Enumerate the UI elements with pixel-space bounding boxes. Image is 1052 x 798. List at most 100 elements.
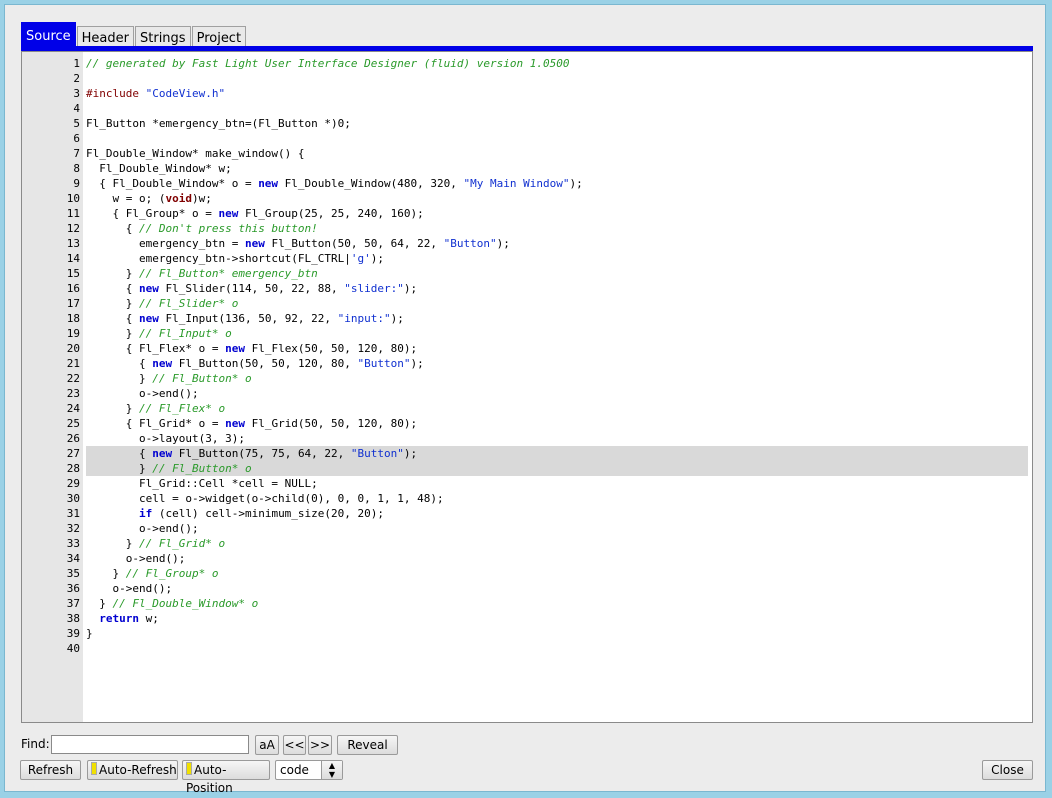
- code-text: Fl_Double_Window* w;: [86, 162, 232, 175]
- code-text: } // Fl_Button* emergency_btn: [86, 267, 318, 280]
- code-text: emergency_btn->shortcut(FL_CTRL|'g');: [86, 252, 385, 265]
- code-lines: 1 // generated by Fast Light User Interfa…: [22, 56, 1032, 656]
- code-line: 17 } // Fl_Slider* o: [22, 296, 1032, 311]
- line-number: 33: [66, 537, 80, 550]
- find-label: Find:: [21, 737, 50, 751]
- line-number: 9: [73, 177, 80, 190]
- code-text: } // Fl_Grid* o: [86, 537, 226, 550]
- updown-arrow-icon: ▲ ▼: [321, 761, 342, 779]
- code-line: 13 emergency_btn = new Fl_Button(50, 50,…: [22, 236, 1032, 251]
- find-next-button[interactable]: >>: [308, 735, 332, 755]
- match-case-button[interactable]: aA: [255, 735, 279, 755]
- line-number: 7: [73, 147, 80, 160]
- code-line: 32 o->end();: [22, 521, 1032, 536]
- code-text: { Fl_Grid* o = new Fl_Grid(50, 50, 120, …: [86, 417, 418, 430]
- code-text: { new Fl_Button(50, 50, 120, 80, "Button…: [86, 357, 424, 370]
- code-text: } // Fl_Slider* o: [86, 297, 239, 310]
- code-text: o->end();: [86, 522, 199, 535]
- line-number: 2: [73, 72, 80, 85]
- line-number: 24: [66, 402, 80, 415]
- code-text: } // Fl_Button* o: [86, 461, 1028, 476]
- line-number: 30: [66, 492, 80, 505]
- code-line: 7 Fl_Double_Window* make_window() {: [22, 146, 1032, 161]
- code-text: emergency_btn = new Fl_Button(50, 50, 64…: [86, 237, 510, 250]
- line-number: 21: [66, 357, 80, 370]
- code-text: }: [86, 627, 93, 640]
- line-number: 10: [66, 192, 80, 205]
- mode-select[interactable]: code ▲ ▼: [275, 760, 343, 780]
- source-code-view[interactable]: 1 // generated by Fast Light User Interfa…: [21, 51, 1033, 723]
- code-line: 37 } // Fl_Double_Window* o: [22, 596, 1032, 611]
- find-input[interactable]: [51, 735, 249, 754]
- line-number: 6: [73, 132, 80, 145]
- auto-position-toggle[interactable]: Auto-Position: [182, 760, 270, 795]
- line-number: 32: [66, 522, 80, 535]
- code-line: 40: [22, 641, 1032, 656]
- code-line: 11 { Fl_Group* o = new Fl_Group(25, 25, …: [22, 206, 1032, 221]
- line-number: 14: [66, 252, 80, 265]
- code-text: { Fl_Group* o = new Fl_Group(25, 25, 240…: [86, 207, 424, 220]
- line-number: 26: [66, 432, 80, 445]
- code-text: Fl_Button *emergency_btn=(Fl_Button *)0;: [86, 117, 351, 130]
- code-line: 12 { // Don't press this button!: [22, 221, 1032, 236]
- code-line: 30 cell = o->widget(o->child(0), 0, 0, 1…: [22, 491, 1032, 506]
- refresh-button[interactable]: Refresh: [20, 760, 81, 780]
- code-line: 1 // generated by Fast Light User Interfa…: [22, 56, 1032, 71]
- code-line: 14 emergency_btn->shortcut(FL_CTRL|'g');: [22, 251, 1032, 266]
- code-line: 19 } // Fl_Input* o: [22, 326, 1032, 341]
- code-view-window: Source Header Strings Project 1// genera…: [4, 4, 1046, 795]
- code-text: o->layout(3, 3);: [86, 432, 245, 445]
- line-number: 13: [66, 237, 80, 250]
- code-text: if (cell) cell->minimum_size(20, 20);: [138, 507, 385, 520]
- code-line: 3 #include "CodeView.h": [22, 86, 1032, 101]
- line-number: 37: [66, 597, 80, 610]
- code-line: 18 { new Fl_Input(136, 50, 92, 22, "inpu…: [22, 311, 1032, 326]
- code-text: } // Fl_Double_Window* o: [86, 597, 259, 610]
- line-number: 5: [73, 117, 80, 130]
- code-line: 31 if (cell) cell->minimum_size(20, 20);: [22, 506, 1032, 521]
- bottom-bar: Find: aA << >> Reveal Refresh Auto-Refre…: [5, 730, 1045, 795]
- code-line: 27 { new Fl_Button(75, 75, 64, 22, "Butt…: [22, 446, 1032, 461]
- code-text: } // Fl_Input* o: [86, 327, 232, 340]
- code-text: { new Fl_Button(75, 75, 64, 22, "Button"…: [86, 446, 1028, 461]
- code-line: 5 Fl_Button *emergency_btn=(Fl_Button *)0…: [22, 116, 1032, 131]
- line-number: 22: [66, 372, 80, 385]
- code-text: // generated by Fast Light User Interfac…: [86, 57, 570, 70]
- toggle-lamp-icon: [91, 762, 97, 775]
- code-text: cell = o->widget(o->child(0), 0, 0, 1, 1…: [86, 492, 444, 505]
- line-number: 27: [66, 447, 80, 460]
- line-number: 1: [73, 57, 80, 70]
- code-line: 36 o->end();: [22, 581, 1032, 596]
- line-number: 31: [66, 507, 80, 520]
- line-number: 15: [66, 267, 80, 280]
- code-text: } // Fl_Flex* o: [86, 402, 226, 415]
- code-text: } // Fl_Group* o: [86, 567, 219, 580]
- reveal-button[interactable]: Reveal: [337, 735, 398, 755]
- auto-refresh-toggle[interactable]: Auto-Refresh: [87, 760, 178, 780]
- code-text: o->end();: [86, 387, 199, 400]
- line-number: 8: [73, 162, 80, 175]
- mode-select-value: code: [280, 763, 309, 777]
- line-number: 16: [66, 282, 80, 295]
- code-line: 34 o->end();: [22, 551, 1032, 566]
- line-number: 39: [66, 627, 80, 640]
- close-button[interactable]: Close: [982, 760, 1033, 780]
- line-number: 38: [66, 612, 80, 625]
- toggle-lamp-icon: [186, 762, 192, 775]
- line-number: 29: [66, 477, 80, 490]
- code-text: { new Fl_Slider(114, 50, 22, 88, "slider…: [86, 282, 418, 295]
- code-line: 25 { Fl_Grid* o = new Fl_Grid(50, 50, 12…: [22, 416, 1032, 431]
- find-previous-button[interactable]: <<: [283, 735, 306, 755]
- line-number: 19: [66, 327, 80, 340]
- code-line: 6: [22, 131, 1032, 146]
- code-line: 4: [22, 101, 1032, 116]
- code-text: Fl_Grid::Cell *cell = NULL;: [86, 477, 318, 490]
- line-number: 18: [66, 312, 80, 325]
- code-text: Fl_Double_Window* make_window() {: [86, 147, 305, 160]
- code-line: 26 o->layout(3, 3);: [22, 431, 1032, 446]
- code-text: { // Don't press this button!: [86, 222, 318, 235]
- auto-position-label: Auto-Position: [186, 763, 233, 795]
- line-number: 4: [73, 102, 80, 115]
- code-text: } // Fl_Button* o: [86, 372, 252, 385]
- code-line: 39}: [22, 626, 1032, 641]
